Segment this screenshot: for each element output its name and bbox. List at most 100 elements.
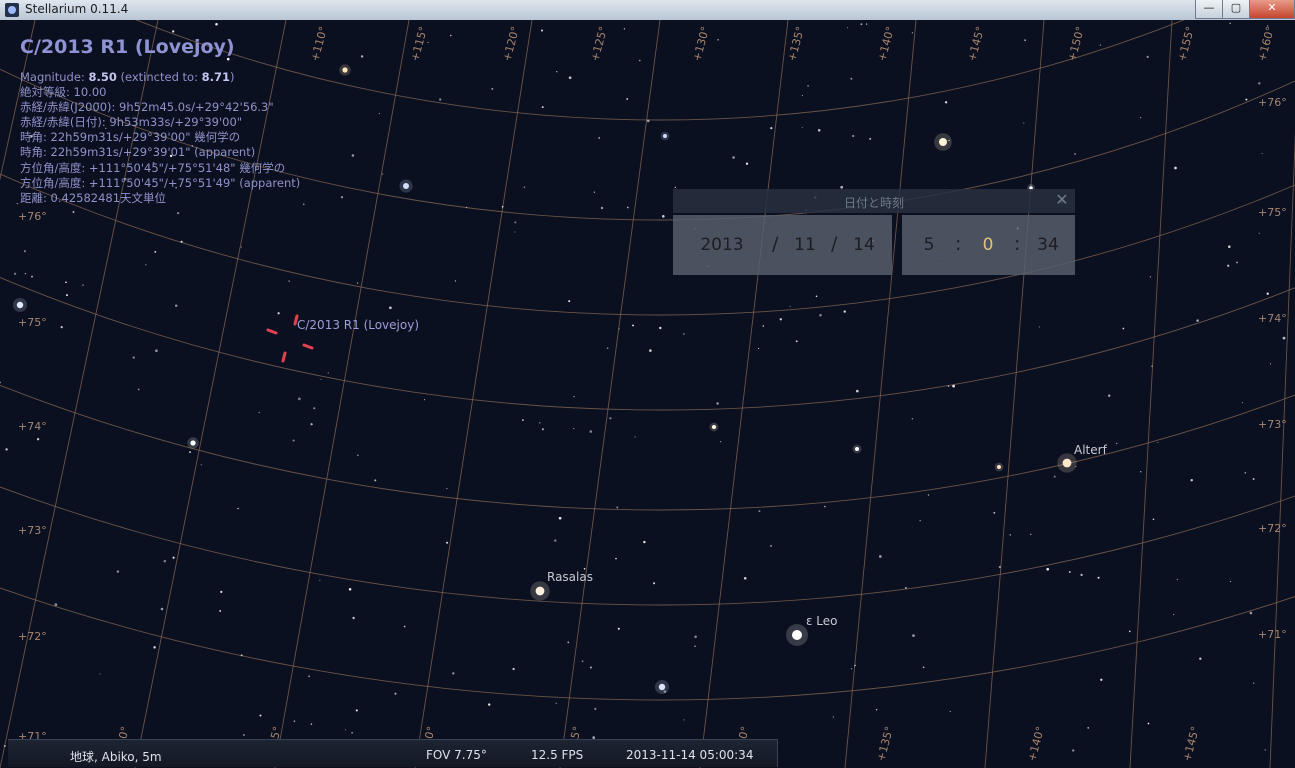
star bbox=[82, 284, 84, 286]
hour-down-arrow-icon[interactable] bbox=[925, 263, 933, 268]
minimize-button[interactable]: — bbox=[1195, 0, 1223, 19]
star bbox=[598, 136, 601, 139]
star bbox=[581, 660, 584, 663]
maximize-button[interactable]: ▢ bbox=[1222, 0, 1250, 19]
bright-star[interactable] bbox=[792, 630, 802, 640]
time-separator: : bbox=[1014, 233, 1021, 255]
bright-star[interactable] bbox=[939, 138, 947, 146]
fps-readout: 12.5 FPS bbox=[531, 748, 584, 762]
star bbox=[1122, 327, 1125, 330]
star-label-rasalas[interactable]: Rasalas bbox=[547, 570, 593, 584]
star bbox=[541, 428, 545, 431]
star bbox=[116, 570, 120, 573]
star bbox=[189, 451, 191, 454]
star bbox=[558, 516, 562, 520]
star bbox=[313, 407, 316, 410]
status-bar: 地球, Abiko, 5m FOV 7.75° 12.5 FPS 2013-11… bbox=[8, 739, 778, 767]
comet-label[interactable]: C/2013 R1 (Lovejoy) bbox=[297, 318, 419, 332]
star-label-alterf[interactable]: Alterf bbox=[1074, 443, 1107, 457]
star bbox=[1009, 534, 1011, 536]
star bbox=[846, 27, 849, 29]
star bbox=[850, 668, 853, 670]
bright-star[interactable] bbox=[658, 683, 666, 691]
month-spinbox[interactable]: 11 bbox=[789, 235, 821, 255]
star bbox=[344, 729, 346, 731]
star bbox=[817, 128, 821, 132]
star bbox=[308, 675, 311, 678]
bright-star[interactable] bbox=[535, 586, 545, 596]
star bbox=[394, 692, 397, 695]
star bbox=[66, 294, 68, 297]
hour-spinbox[interactable]: 5 bbox=[914, 235, 944, 255]
star bbox=[1080, 573, 1083, 577]
star bbox=[795, 340, 798, 343]
star bbox=[298, 397, 301, 401]
star bbox=[618, 328, 620, 330]
star bbox=[259, 714, 262, 717]
date-time-dialog[interactable]: 日付と時刻 ✕ 2013 / 11 / 14 5 : 0 : 34 bbox=[673, 189, 1075, 275]
bright-star[interactable] bbox=[16, 301, 24, 309]
bright-star[interactable] bbox=[712, 425, 716, 429]
star-label-eps-leo[interactable]: ε Leo bbox=[806, 614, 838, 628]
star bbox=[1030, 533, 1032, 535]
star bbox=[514, 221, 517, 224]
star bbox=[609, 417, 612, 420]
star bbox=[944, 101, 948, 104]
star bbox=[1249, 611, 1253, 615]
bright-star[interactable] bbox=[403, 183, 409, 189]
star bbox=[99, 673, 101, 675]
star bbox=[1244, 472, 1247, 474]
star bbox=[594, 707, 597, 710]
star bbox=[1024, 39, 1027, 42]
star bbox=[762, 325, 765, 327]
star bbox=[24, 272, 27, 275]
star bbox=[1176, 578, 1179, 581]
second-up-arrow-icon[interactable] bbox=[1044, 219, 1052, 224]
hour-up-arrow-icon[interactable] bbox=[925, 219, 933, 224]
close-window-button[interactable]: ✕ bbox=[1249, 0, 1295, 19]
second-down-arrow-icon[interactable] bbox=[1044, 263, 1052, 268]
bright-star[interactable] bbox=[997, 465, 1001, 469]
year-spinbox[interactable]: 2013 bbox=[695, 235, 749, 255]
star bbox=[919, 520, 921, 522]
star bbox=[65, 281, 67, 284]
star bbox=[606, 347, 609, 350]
star bbox=[1140, 471, 1142, 473]
star bbox=[240, 654, 243, 657]
minute-down-arrow-icon[interactable] bbox=[984, 263, 992, 268]
star bbox=[623, 28, 626, 30]
month-down-arrow-icon[interactable] bbox=[801, 263, 809, 268]
minute-up-arrow-icon[interactable] bbox=[984, 219, 992, 224]
bright-star[interactable] bbox=[1062, 458, 1072, 468]
year-up-arrow-icon[interactable] bbox=[717, 219, 725, 224]
bright-star[interactable] bbox=[190, 440, 196, 446]
month-up-arrow-icon[interactable] bbox=[801, 219, 809, 224]
day-down-arrow-icon[interactable] bbox=[860, 263, 868, 268]
dialog-header[interactable]: 日付と時刻 ✕ bbox=[673, 189, 1075, 213]
bright-star[interactable] bbox=[342, 67, 348, 73]
az-alt-geometric-line: 方位角/高度: +111°50'45"/+75°51'48" 幾何学の bbox=[20, 160, 286, 175]
star bbox=[258, 411, 260, 414]
star bbox=[351, 154, 355, 157]
second-spinbox[interactable]: 34 bbox=[1032, 235, 1064, 255]
star bbox=[446, 541, 449, 544]
star bbox=[626, 98, 629, 100]
minute-spinbox[interactable]: 0 bbox=[973, 235, 1003, 255]
star bbox=[356, 282, 359, 284]
star bbox=[1228, 245, 1231, 248]
star bbox=[1229, 22, 1231, 25]
dialog-close-icon[interactable]: ✕ bbox=[1054, 191, 1070, 209]
window-titlebar[interactable]: Stellarium 0.11.4 — ▢ ✕ bbox=[0, 0, 1295, 21]
star bbox=[1053, 475, 1056, 478]
star bbox=[176, 211, 180, 215]
day-spinbox[interactable]: 14 bbox=[848, 235, 880, 255]
bright-star[interactable] bbox=[663, 134, 667, 138]
star bbox=[815, 295, 818, 298]
star bbox=[522, 419, 524, 421]
bright-star[interactable] bbox=[855, 447, 859, 451]
star bbox=[852, 134, 855, 138]
year-down-arrow-icon[interactable] bbox=[717, 263, 725, 268]
star bbox=[1157, 442, 1159, 444]
star bbox=[743, 576, 747, 580]
day-up-arrow-icon[interactable] bbox=[860, 219, 868, 224]
